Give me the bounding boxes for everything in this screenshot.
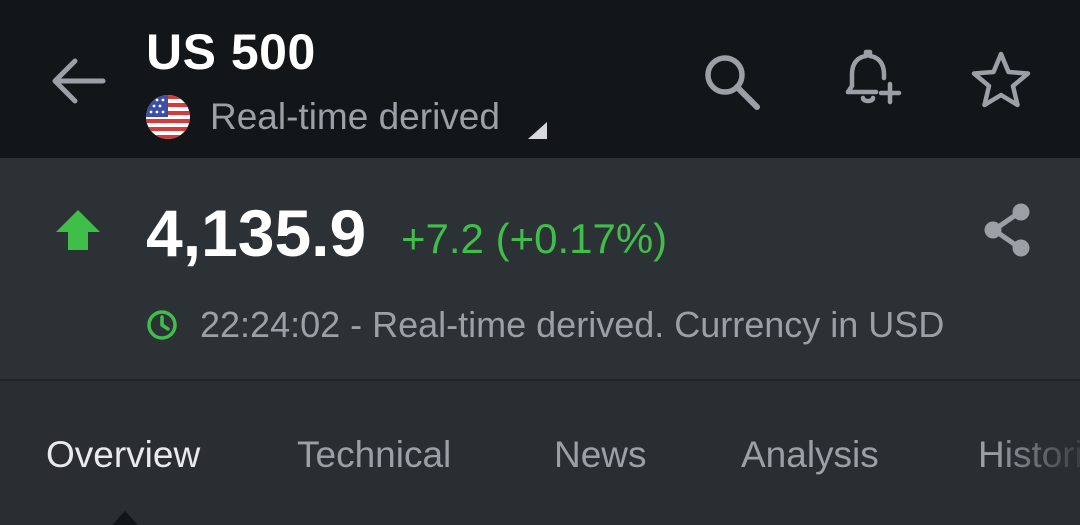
tab-analysis[interactable]: Analysis xyxy=(741,431,879,479)
tab-bar: Overview Technical News Analysis Histori… xyxy=(0,381,1080,525)
back-button[interactable] xyxy=(44,50,114,112)
add-alert-button[interactable] xyxy=(836,46,906,116)
source-selector[interactable]: Real-time derived xyxy=(146,94,500,140)
search-button[interactable] xyxy=(696,46,766,116)
share-button[interactable] xyxy=(972,194,1044,266)
last-price: 4,135.9 xyxy=(146,196,367,270)
dropdown-triangle-icon[interactable] xyxy=(528,122,547,139)
star-icon xyxy=(971,51,1031,108)
active-tab-indicator xyxy=(112,511,138,525)
app-header: US 500 Real-time derived xyxy=(0,0,1080,158)
watchlist-button[interactable] xyxy=(966,46,1036,116)
clock-icon xyxy=(147,310,177,340)
price-change: +7.2 (+0.17%) xyxy=(401,215,668,262)
quote-timestamp: 22:24:02 - Real-time derived. Currency i… xyxy=(200,304,945,345)
tab-overview[interactable]: Overview xyxy=(46,431,200,479)
source-label: Real-time derived xyxy=(210,96,500,137)
tab-news[interactable]: News xyxy=(554,431,647,479)
us-flag-icon xyxy=(146,95,190,139)
arrow-left-icon xyxy=(52,58,106,104)
instrument-title: US 500 xyxy=(146,24,316,80)
bell-plus-icon xyxy=(845,49,902,105)
search-icon xyxy=(705,55,760,110)
up-arrow-icon xyxy=(56,210,100,250)
quote-panel: 4,135.9 +7.2 (+0.17%) 22:24:02 - Real-ti… xyxy=(0,158,1080,379)
share-icon xyxy=(984,203,1030,257)
tab-historical-data[interactable]: Historical Data xyxy=(978,431,1080,479)
tab-technical[interactable]: Technical xyxy=(297,431,451,479)
